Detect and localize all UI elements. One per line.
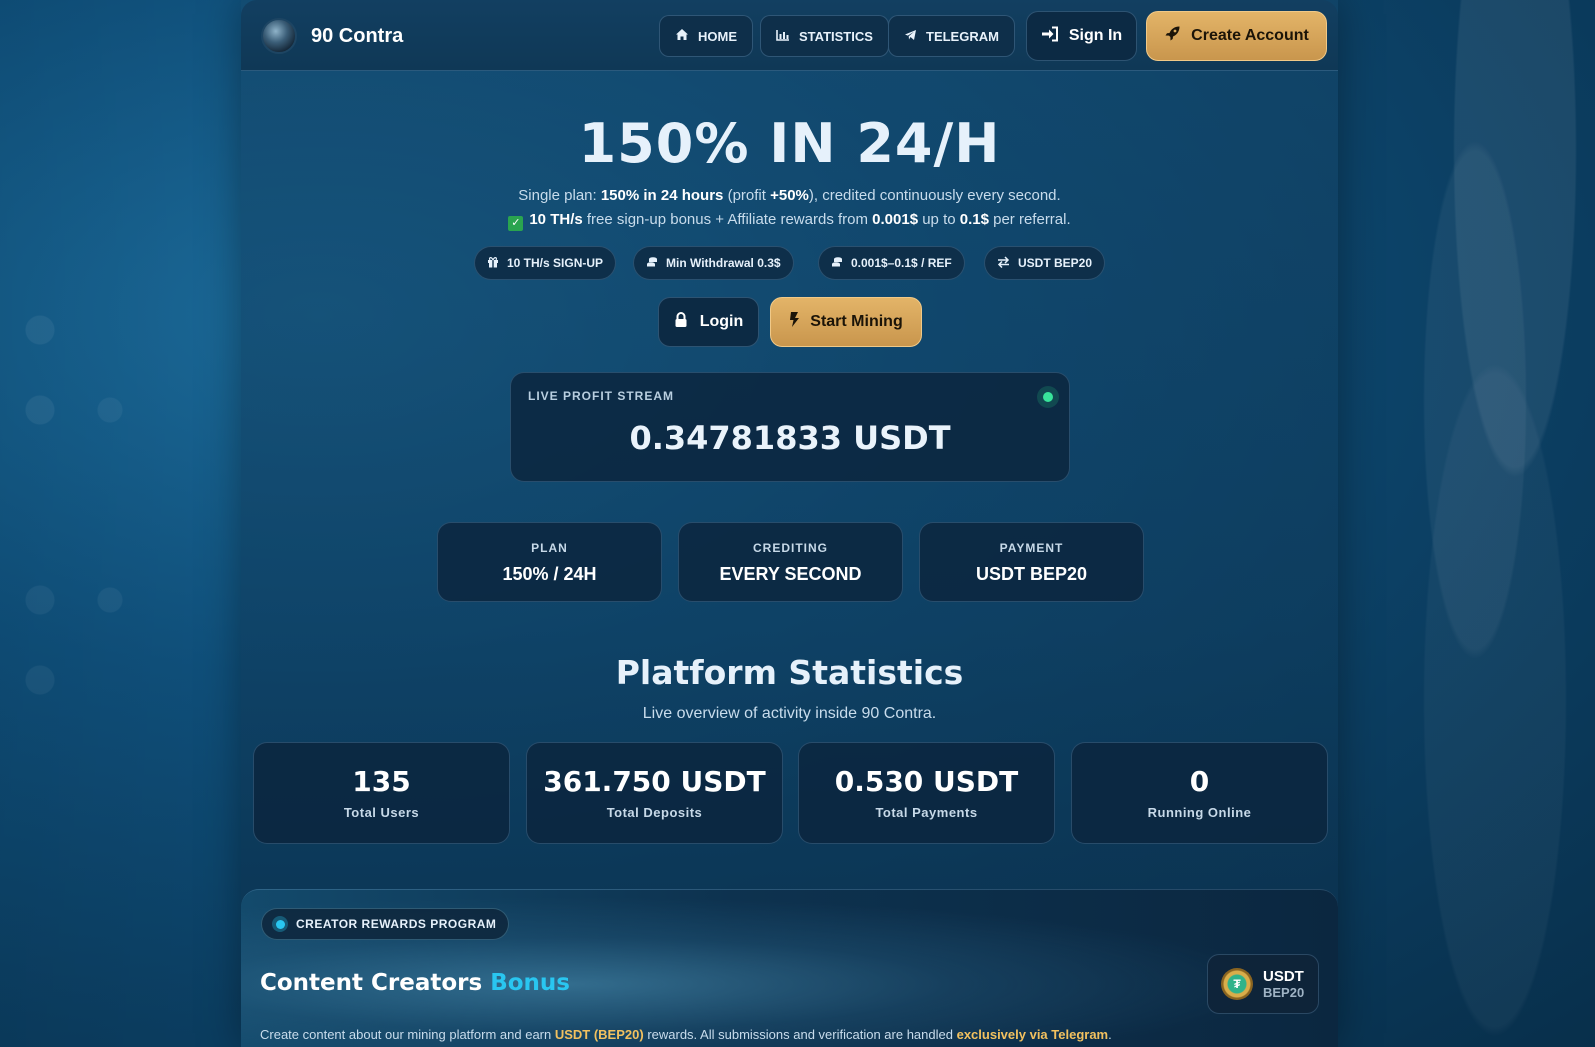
creator-text-usdt: USDT (BEP20) <box>554 1027 644 1042</box>
plan-text: (profit <box>723 187 771 204</box>
ref-min-highlight: 0.001$ <box>872 211 919 228</box>
bolt-icon <box>789 311 800 333</box>
hero-bonus-line: ✓ 10 TH/s free sign-up bonus + Affiliate … <box>241 211 1338 231</box>
background-machinery-left <box>0 0 240 1047</box>
pill-label: Min Withdrawal 0.3$ <box>666 256 781 270</box>
stat-label: Total Users <box>343 805 420 820</box>
stat-value: 0.530 USDT <box>834 765 1019 798</box>
create-account-button[interactable]: Create Account <box>1146 11 1327 61</box>
info-card-plan: PLAN 150% / 24H <box>437 522 662 602</box>
usdt-chip-line2: BEP20 <box>1263 985 1305 1000</box>
creator-badge-label: CREATOR REWARDS PROGRAM <box>296 917 497 931</box>
rocket-icon <box>1164 25 1181 47</box>
hero-title: 150% IN 24/H <box>578 112 1001 175</box>
nav-statistics-button[interactable]: STATISTICS <box>760 15 889 57</box>
stats-title: Platform Statistics <box>615 653 964 692</box>
usdt-bep20-chip: ₮ USDT BEP20 <box>1207 954 1319 1014</box>
tether-coin-icon: ₮ <box>1221 968 1253 1000</box>
gift-icon <box>487 256 499 271</box>
plan-highlight: 150% in 24 hours <box>600 187 724 204</box>
pill-label: 10 TH/s SIGN-UP <box>507 256 604 270</box>
stat-value: 0 <box>1189 765 1210 798</box>
usdt-chip-line1: USDT <box>1263 968 1304 985</box>
lock-icon <box>674 311 688 333</box>
stat-label: Total Payments <box>875 805 978 820</box>
bonus-text: free sign-up bonus + Affiliate rewards f… <box>582 211 873 228</box>
stat-value: 361.750 USDT <box>543 765 766 798</box>
bonus-highlight: 10 TH/s <box>529 211 583 228</box>
info-label: PAYMENT <box>999 541 1064 555</box>
pill-signup-bonus: 10 TH/s SIGN-UP <box>474 246 617 280</box>
stat-label: Running Online <box>1147 805 1252 820</box>
creator-text: . <box>1108 1027 1112 1042</box>
login-label: Login <box>699 313 744 330</box>
bonus-text: per referral. <box>988 211 1071 228</box>
create-account-label: Create Account <box>1191 27 1309 44</box>
start-mining-button[interactable]: Start Mining <box>770 297 922 347</box>
background-robot-right <box>1345 0 1595 1047</box>
info-value: USDT BEP20 <box>975 564 1088 584</box>
creator-description: Create content about our mining platform… <box>260 1027 1112 1042</box>
sign-in-icon <box>1041 26 1059 47</box>
pill-label: 0.001$–0.1$ / REF <box>851 256 952 270</box>
stat-card-running-online: 0 Running Online <box>1071 742 1328 844</box>
live-indicator-icon <box>1037 386 1059 408</box>
info-card-crediting: CREDITING EVERY SECOND <box>678 522 903 602</box>
stat-card-total-deposits: 361.750 USDT Total Deposits <box>526 742 783 844</box>
pill-referral-range: 0.001$–0.1$ / REF <box>818 246 965 280</box>
home-icon <box>675 28 689 44</box>
chart-icon <box>776 29 790 44</box>
usdt-chip-text: USDT BEP20 <box>1263 968 1304 1000</box>
login-button[interactable]: Login <box>658 297 759 347</box>
info-label: CREDITING <box>753 541 828 555</box>
stat-card-total-users: 135 Total Users <box>253 742 510 844</box>
info-value: 150% / 24H <box>502 564 597 584</box>
top-navbar: 90 Contra HOME STATISTICS TELEGRAM Sign … <box>241 0 1338 71</box>
creator-text-telegram: exclusively via Telegram <box>956 1027 1109 1042</box>
exchange-icon <box>997 255 1010 271</box>
hero-plan-line: Single plan: 150% in 24 hours (profit +5… <box>241 187 1338 204</box>
creator-title-accent: Bonus <box>490 970 570 996</box>
nav-home-button[interactable]: HOME <box>659 15 753 57</box>
stat-value: 135 <box>352 765 411 798</box>
start-mining-label: Start Mining <box>810 313 903 330</box>
sign-in-button[interactable]: Sign In <box>1026 11 1137 61</box>
stat-label: Total Deposits <box>606 805 703 820</box>
live-profit-card: LIVE PROFIT STREAM 0.34781833 USDT <box>510 372 1070 482</box>
sign-in-label: Sign In <box>1068 27 1123 44</box>
brand[interactable]: 90 Contra <box>261 18 403 54</box>
info-card-payment: PAYMENT USDT BEP20 <box>919 522 1144 602</box>
live-profit-value: 0.34781833 USDT <box>629 419 951 457</box>
pill-usdt-network: USDT BEP20 <box>984 246 1106 280</box>
nav-statistics-label: STATISTICS <box>799 28 873 44</box>
nav-home-label: HOME <box>698 28 737 44</box>
info-label: PLAN <box>531 541 568 555</box>
creator-title-main: Content Creators <box>260 970 491 996</box>
checkmark-icon: ✓ <box>508 216 524 231</box>
coins-icon <box>831 256 843 271</box>
badge-dot-icon <box>272 916 288 932</box>
creator-title: Content Creators Bonus <box>260 970 570 996</box>
brand-name: 90 Contra <box>311 24 404 47</box>
creator-rewards-badge: CREATOR REWARDS PROGRAM <box>261 908 510 940</box>
nav-telegram-label: TELEGRAM <box>926 28 999 44</box>
profit-highlight: +50% <box>770 187 809 204</box>
coins-icon <box>646 256 658 271</box>
plan-text: ), credited continuously every second. <box>808 187 1061 204</box>
creator-text: Create content about our mining platform… <box>260 1027 555 1042</box>
brand-logo-icon <box>261 18 297 54</box>
live-profit-label: LIVE PROFIT STREAM <box>528 389 675 403</box>
info-value: EVERY SECOND <box>719 564 862 584</box>
telegram-icon <box>904 29 917 44</box>
pill-min-withdrawal: Min Withdrawal 0.3$ <box>633 246 794 280</box>
creator-text: rewards. All submissions and verificatio… <box>643 1027 957 1042</box>
plan-text: Single plan: <box>518 187 601 204</box>
stats-subtitle: Live overview of activity inside 90 Cont… <box>642 705 937 722</box>
bonus-text: up to <box>918 211 960 228</box>
pill-label: USDT BEP20 <box>1018 256 1093 270</box>
creator-rewards-section: CREATOR REWARDS PROGRAM Content Creators… <box>241 889 1338 1047</box>
ref-max-highlight: 0.1$ <box>959 211 989 228</box>
stat-card-total-payments: 0.530 USDT Total Payments <box>798 742 1055 844</box>
nav-telegram-button[interactable]: TELEGRAM <box>888 15 1015 57</box>
